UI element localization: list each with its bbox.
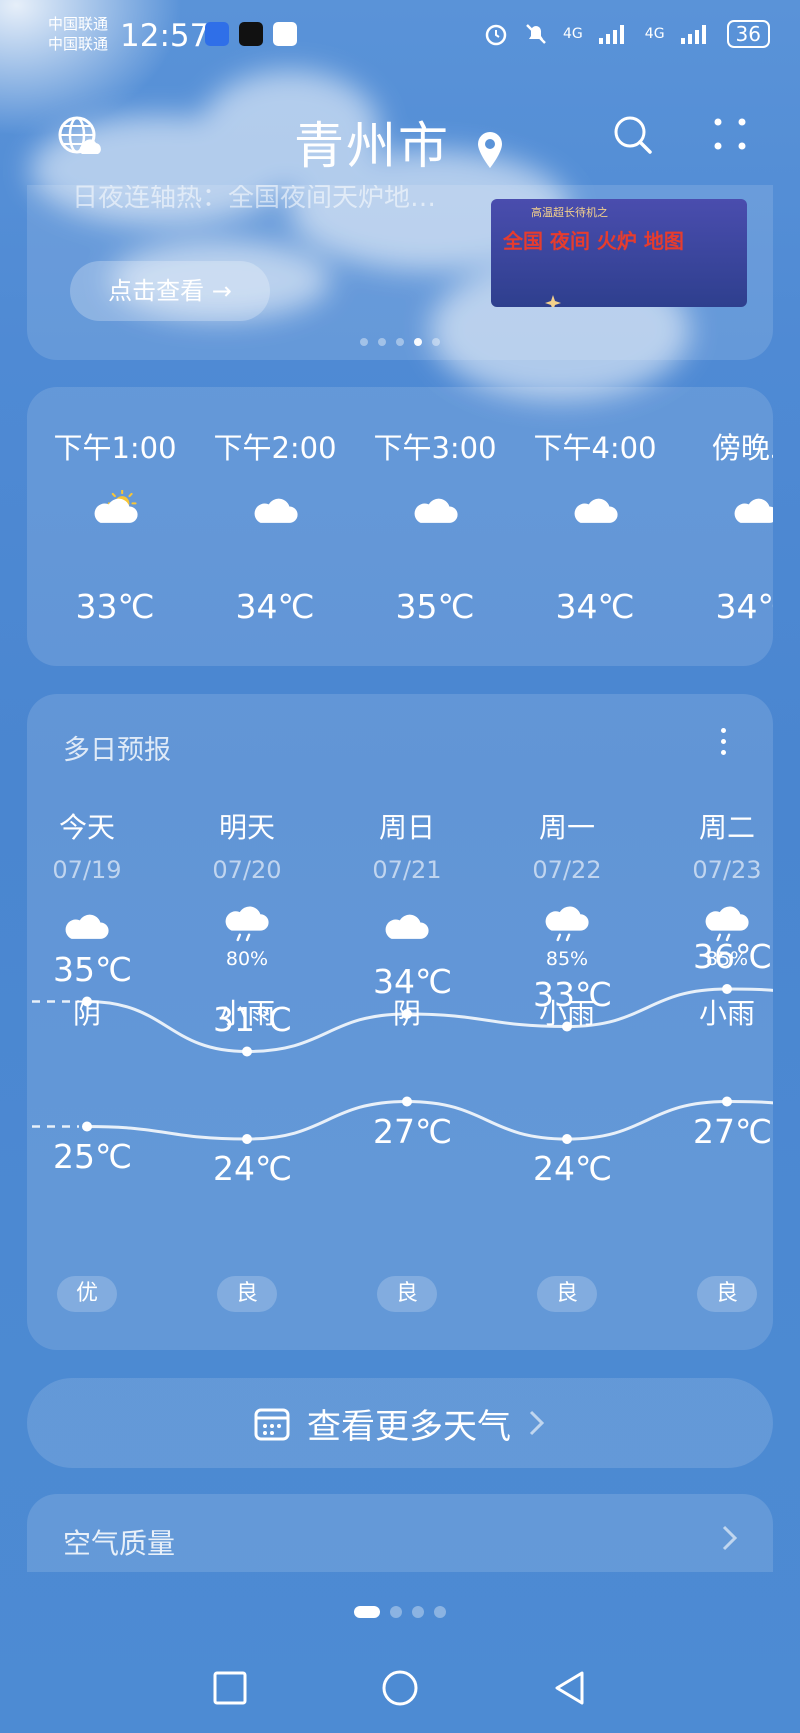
signal-icon-2 xyxy=(680,25,706,44)
high-temp-point xyxy=(82,996,92,1007)
recent-apps-button[interactable] xyxy=(212,1670,248,1706)
hourly-temp: 34℃ xyxy=(715,587,773,626)
back-button[interactable] xyxy=(552,1670,588,1710)
alarm-icon xyxy=(485,24,507,46)
high-temp-label: 33℃ xyxy=(533,974,613,1014)
system-nav-bar xyxy=(0,1660,800,1720)
search-icon[interactable] xyxy=(612,114,654,156)
air-quality-card[interactable]: 空气质量 xyxy=(27,1494,773,1572)
low-temp-point xyxy=(722,1096,732,1107)
promo-subtitle: 高温超长待机之 xyxy=(531,206,608,219)
chevron-right-icon xyxy=(722,1525,738,1551)
hourly-time: 傍晚5: xyxy=(711,431,773,465)
high-temp-label: 34℃ xyxy=(373,962,453,1001)
status-bar: 中国联通 中国联通 12:57 4G 4G 36 xyxy=(0,0,800,78)
daily-forecast-card[interactable]: 多日预报 今天07/19阴优明天07/2080%小雨良周日07/21阴良周一07… xyxy=(27,694,773,1350)
cloudy-icon xyxy=(734,498,773,523)
high-temp-point xyxy=(242,1046,252,1057)
city-name: 青州市 xyxy=(294,117,451,175)
low-temp-label: 24℃ xyxy=(533,1149,613,1188)
cloudy-icon xyxy=(574,498,618,523)
signal-icon-1 xyxy=(598,25,624,44)
low-temp-label: 27℃ xyxy=(693,1111,773,1151)
system-status-icons: 4G 4G 36 xyxy=(483,20,770,48)
low-temp-label: 25℃ xyxy=(53,1136,133,1176)
low-temp-point xyxy=(242,1134,252,1144)
air-quality-title: 空气质量 xyxy=(63,1527,176,1560)
hourly-temp: 34℃ xyxy=(555,587,635,626)
tiktok-icon xyxy=(239,22,263,46)
low-temp-point xyxy=(402,1096,412,1107)
banner-page-dots xyxy=(27,331,773,350)
hourly-time: 下午2:00 xyxy=(213,431,337,465)
low-temp-point xyxy=(562,1134,572,1144)
top-bar: 青州市 xyxy=(0,100,800,180)
high-temp-label: 31℃ xyxy=(213,999,293,1039)
temperature-chart xyxy=(32,984,773,1144)
carrier-1: 中国联通 xyxy=(48,15,109,33)
sparkle-icon xyxy=(545,295,561,307)
promo-image[interactable]: 高温超长待机之 全国 夜间 火炉 地图 xyxy=(491,199,747,307)
hourly-time: 下午1:00 xyxy=(53,431,177,465)
hourly-temp: 34℃ xyxy=(235,587,315,626)
cloudy-icon xyxy=(414,498,458,523)
high-temp-point xyxy=(402,1009,412,1019)
low-temp-label: 24℃ xyxy=(213,1149,293,1188)
cloudy-icon xyxy=(254,498,298,523)
mute-icon xyxy=(526,24,546,44)
hourly-temp: 35℃ xyxy=(395,587,475,626)
low-temp-point xyxy=(82,1121,92,1132)
hourly-time: 下午3:00 xyxy=(373,431,497,465)
hourly-temp: 33℃ xyxy=(75,587,155,626)
network-type-1: 4G xyxy=(563,26,583,42)
low-temp-label: 27℃ xyxy=(373,1111,453,1151)
high-temp-point xyxy=(722,984,732,994)
calendar-icon xyxy=(254,1408,290,1441)
banner-headline: 日夜连轴热：全国夜间天炉地… xyxy=(72,185,437,213)
carrier-2: 中国联通 xyxy=(48,35,109,53)
promo-title: 全国 夜间 火炉 地图 xyxy=(503,229,684,253)
hourly-time: 下午4:00 xyxy=(533,431,657,465)
news-banner[interactable]: 日夜连轴热：全国夜间天炉地… 点击查看 → 高温超长待机之 全国 夜间 火炉 地… xyxy=(27,185,773,360)
high-temp-label: 36℃ xyxy=(693,937,773,976)
network-type-2: 4G xyxy=(644,26,665,42)
more-weather-button[interactable]: 查看更多天气 xyxy=(27,1378,773,1468)
voice-app-icon xyxy=(205,22,229,46)
home-button[interactable] xyxy=(380,1670,420,1710)
more-menu-icon[interactable] xyxy=(710,114,750,154)
chevron-right-icon xyxy=(529,1410,545,1436)
more-weather-label: 查看更多天气 xyxy=(307,1406,511,1447)
city-page-indicator xyxy=(0,1601,800,1620)
location-pin-icon xyxy=(477,131,502,168)
battery-indicator: 36 xyxy=(726,20,770,48)
browser-app-icon xyxy=(273,22,297,46)
high-temp-label: 35℃ xyxy=(53,949,133,989)
notification-icons xyxy=(205,22,297,46)
carrier-labels: 中国联通 中国联通 xyxy=(48,14,108,54)
clock: 12:57 xyxy=(120,18,210,54)
view-button[interactable]: 点击查看 → xyxy=(70,261,270,321)
high-temp-point xyxy=(562,1021,572,1032)
hourly-forecast-card[interactable]: 下午1:00 33℃ 下午2:00 34℃ 下午3:00 35℃ 下午4:00 34℃ 傍晚5:… xyxy=(27,387,773,666)
partly-sunny-icon xyxy=(94,488,138,523)
city-title[interactable]: 青州市 xyxy=(0,106,800,178)
